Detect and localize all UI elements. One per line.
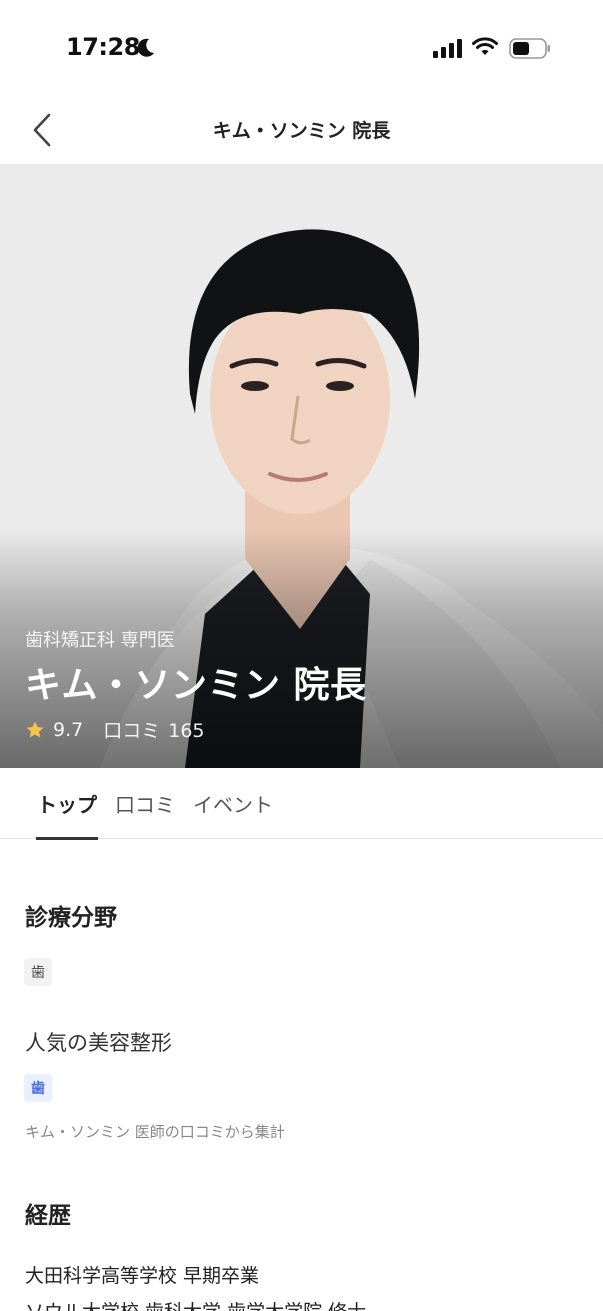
doctor-hero: 歯科矯正科 専門医 キム・ソンミン 院長 9.7 口コミ 165 <box>0 164 603 768</box>
popular-section-title: 人気の美容整形 <box>25 1031 172 1055</box>
rating-value: 9.7 <box>53 718 84 741</box>
field-chip[interactable]: 歯 <box>24 958 52 986</box>
tab-reviews[interactable]: 口コミ <box>106 768 184 839</box>
nav-title: キム・ソンミン 院長 <box>212 120 391 142</box>
doctor-specialty: 歯科矯正科 専門医 <box>25 630 175 651</box>
career-item: ソウル大学校 歯科大学 歯学大学院 修士 <box>25 1297 366 1311</box>
rating-row: 9.7 口コミ 165 <box>25 716 205 743</box>
doctor-name: キム・ソンミン 院長 <box>25 665 367 706</box>
tab-events[interactable]: イベント <box>184 768 282 839</box>
career-section-title: 経歴 <box>25 1203 71 1229</box>
review-link[interactable]: 口コミ 165 <box>103 716 204 743</box>
status-bar: 17:28 <box>0 0 603 96</box>
career-item: 大田科学高等学校 早期卒業 <box>25 1265 260 1287</box>
popular-note: キム・ソンミン 医師の口コミから集計 <box>25 1123 285 1141</box>
field-section-title: 診療分野 <box>25 905 117 931</box>
tab-bar: トップ 口コミ イベント <box>0 768 603 840</box>
nav-bar: キム・ソンミン 院長 <box>0 96 603 164</box>
review-count: 165 <box>168 720 205 742</box>
star-icon <box>26 721 44 737</box>
wifi-icon <box>472 37 498 55</box>
battery-icon <box>509 38 550 59</box>
popular-chip[interactable]: 歯 <box>24 1074 52 1102</box>
tab-top[interactable]: トップ <box>28 768 106 840</box>
review-label: 口コミ <box>103 720 161 742</box>
status-time: 17:28 <box>66 33 140 61</box>
moon-icon <box>137 38 154 57</box>
signal-icon <box>433 39 462 58</box>
